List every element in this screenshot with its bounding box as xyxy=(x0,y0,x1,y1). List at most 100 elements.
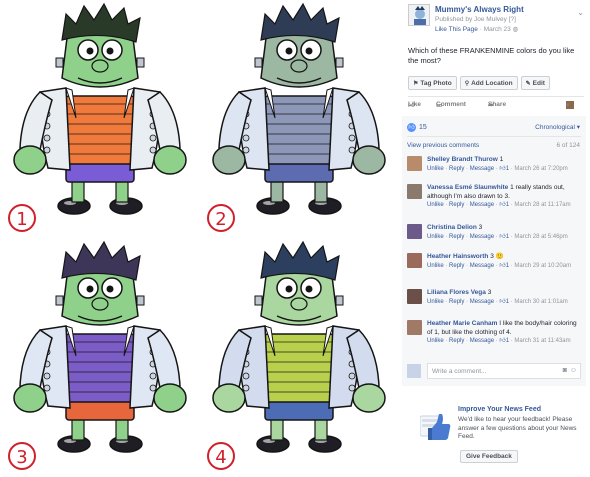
comment-like-number: 1 xyxy=(505,338,510,344)
comment-like-count[interactable]: 👍︎1 xyxy=(499,166,509,172)
commenter-avatar[interactable] xyxy=(407,320,422,335)
jacket-stud xyxy=(149,134,157,142)
comment-time[interactable]: March 30 at 1:01am xyxy=(514,299,567,305)
unlike-link[interactable]: Unlike xyxy=(427,202,444,208)
commenter-avatar[interactable] xyxy=(407,224,422,239)
reaction-count: 15 xyxy=(419,123,427,131)
comment-like-number: 1 xyxy=(505,233,510,240)
comment-time[interactable]: March 26 at 7:20pm xyxy=(514,166,567,172)
view-previous-comments-link[interactable]: View previous comments xyxy=(407,142,479,149)
reaction-summary[interactable]: 👍︎ 15 xyxy=(407,122,427,132)
nose xyxy=(91,59,109,73)
jacket-stud xyxy=(149,146,157,154)
emoji-icon[interactable]: ☺ xyxy=(570,367,577,374)
published-help[interactable]: [?] xyxy=(509,16,516,23)
jacket-stud xyxy=(43,372,51,380)
edit-label: Edit xyxy=(532,79,545,87)
left-fist xyxy=(13,383,47,413)
add-location-label: Add Location xyxy=(471,79,513,87)
photo-action-buttons: ⚑ Tag Photo ⚲ Add Location ✎ Edit xyxy=(408,76,550,90)
post-date[interactable]: March 23 xyxy=(484,26,511,33)
comment-like-count[interactable]: 👍︎1 xyxy=(499,263,509,269)
unlike-link[interactable]: Unlike xyxy=(427,263,444,269)
message-link[interactable]: Message xyxy=(470,166,494,172)
commenter-name[interactable]: Liliana Flores Vega xyxy=(427,289,486,296)
commenter-avatar[interactable] xyxy=(407,156,422,171)
comment-text: 3 xyxy=(478,224,483,231)
page-avatar-image xyxy=(409,5,429,25)
nose xyxy=(91,297,109,311)
page-avatar[interactable] xyxy=(408,4,430,26)
reply-link[interactable]: Reply xyxy=(449,202,464,208)
unlike-link[interactable]: Unlike xyxy=(427,166,444,172)
comment-time[interactable]: March 29 at 10:20am xyxy=(514,263,571,269)
comment-count: 6 of 124 xyxy=(556,142,581,149)
comment-time[interactable]: March 31 at 11:43am xyxy=(514,338,570,344)
message-link[interactable]: Message xyxy=(470,338,494,344)
commenter-avatar[interactable] xyxy=(407,289,422,304)
message-link[interactable]: Message xyxy=(470,299,494,305)
comment-text: 3 xyxy=(487,289,492,296)
reply-link[interactable]: Reply xyxy=(449,234,464,240)
commenter-name[interactable]: Vanessa Esmé Slaunwhite xyxy=(427,184,508,191)
comment-like-count[interactable]: 👍︎1 xyxy=(499,234,509,240)
reply-link[interactable]: Reply xyxy=(449,166,464,172)
tag-icon: ⚑ xyxy=(413,80,419,87)
comment-body: Vanessa Esmé Slaunwhite 1 really stands … xyxy=(427,184,579,210)
unlike-link[interactable]: Unlike xyxy=(427,299,444,305)
nose xyxy=(290,59,308,73)
comment-order-dropdown[interactable]: Chronological ▾ xyxy=(535,123,580,131)
post-photo[interactable]: 1 2 3 4 xyxy=(0,0,398,477)
right-fist xyxy=(153,383,187,413)
frankenmine-variant-3: 3 xyxy=(0,238,199,476)
unlike-link[interactable]: Unlike xyxy=(427,234,444,240)
commenter-avatar[interactable] xyxy=(407,184,422,199)
message-link[interactable]: Message xyxy=(470,263,494,269)
comment-text: 1 xyxy=(499,156,504,163)
commenter-avatar[interactable] xyxy=(407,253,422,268)
feedback-title[interactable]: Improve Your News Feed xyxy=(458,406,541,413)
jacket-stud xyxy=(242,134,250,142)
comments-divider xyxy=(407,136,581,137)
like-page-link[interactable]: Like This Page xyxy=(435,26,478,33)
left-fist xyxy=(212,145,246,175)
camera-icon[interactable]: ◙ xyxy=(563,367,567,374)
page-name-link[interactable]: Mummy's Always Right xyxy=(435,5,524,14)
caret-down-icon: ▾ xyxy=(566,102,570,109)
add-location-button[interactable]: ⚲ Add Location xyxy=(459,76,518,90)
message-link[interactable]: Message xyxy=(470,202,494,208)
comment-time[interactable]: March 28 at 5:46pm xyxy=(514,234,567,240)
reply-link[interactable]: Reply xyxy=(449,299,464,305)
comment-like-count[interactable]: 👍︎1 xyxy=(499,299,509,305)
edit-button[interactable]: ✎ Edit xyxy=(520,76,550,90)
right-fist xyxy=(352,145,386,175)
comment-time[interactable]: March 28 at 11:17am xyxy=(514,202,570,208)
feedback-description: We'd like to hear your feedback! Please … xyxy=(458,416,577,440)
reply-link[interactable]: Reply xyxy=(449,263,464,269)
commenter-name[interactable]: Shelley Brandt Thurow xyxy=(427,156,498,163)
tag-photo-button[interactable]: ⚑ Tag Photo xyxy=(408,76,457,90)
comment-text: 3 🙂 xyxy=(490,253,504,260)
comment-like-number: 1 xyxy=(505,202,510,208)
left-pupil xyxy=(86,47,94,55)
message-link[interactable]: Message xyxy=(470,234,494,240)
reply-link[interactable]: Reply xyxy=(449,338,464,344)
comment-meta: Unlike · Reply · Message · 👍︎1 · March 2… xyxy=(427,202,571,208)
comment-like-count[interactable]: 👍︎1 xyxy=(499,202,509,208)
comment-like-number: 1 xyxy=(505,262,510,269)
comment-input[interactable]: Write a comment... xyxy=(427,363,581,379)
commenter-name[interactable]: Christina Delion xyxy=(427,224,477,231)
right-pupil xyxy=(305,285,313,293)
chevron-down-icon[interactable]: ⌄ xyxy=(577,8,584,17)
give-feedback-button[interactable]: Give Feedback xyxy=(460,450,518,463)
comment-like-number: 1 xyxy=(505,165,510,172)
unlike-link[interactable]: Unlike xyxy=(427,338,444,344)
share-label: Share xyxy=(488,101,507,108)
comment-like-count[interactable]: 👍︎1 xyxy=(499,338,509,344)
right-pupil xyxy=(305,47,313,55)
comment-body: Heather Hainsworth 3 🙂 Unlike · Reply · M… xyxy=(427,253,579,270)
my-avatar xyxy=(407,364,421,378)
caret-down-icon: ▾ xyxy=(576,124,580,131)
commenter-name[interactable]: Heather Marie Canham xyxy=(427,320,497,327)
commenter-name[interactable]: Heather Hainsworth xyxy=(427,253,488,260)
